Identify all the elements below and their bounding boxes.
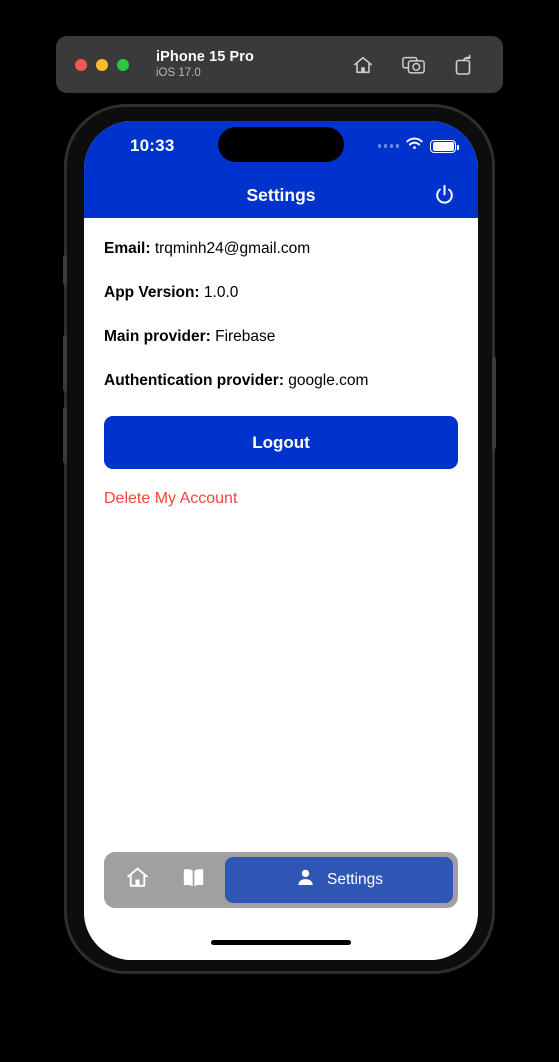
signal-dots-icon [377, 144, 399, 148]
simulator-os-version: iOS 17.0 [156, 67, 201, 80]
info-label: App Version: [104, 284, 200, 301]
info-label: Authentication provider: [104, 372, 284, 389]
info-label: Email: [104, 240, 151, 257]
status-bar-clock: 10:33 [130, 136, 175, 155]
wifi-icon [406, 137, 423, 155]
tab-settings-label: Settings [326, 871, 383, 888]
tab-home[interactable] [109, 857, 165, 903]
delete-account-link[interactable]: Delete My Account [104, 490, 237, 508]
simulator-title-bar: iPhone 15 Pro iOS 17.0 [56, 36, 503, 93]
info-value: 1.0.0 [203, 284, 239, 301]
maximize-window-button[interactable] [117, 58, 129, 71]
power-icon[interactable] [430, 182, 458, 210]
home-indicator [211, 940, 351, 945]
status-bar-indicators [377, 137, 459, 155]
simulator-device-name: iPhone 15 Pro [156, 48, 254, 65]
screenshot-root: iPhone 15 Pro iOS 17.0 10:33 Settings Em… [0, 0, 559, 1062]
info-value: Firebase [215, 328, 276, 345]
info-row-email: Email: trqminh24@gmail.com [104, 240, 458, 258]
simulator-titles: iPhone 15 Pro iOS 17.0 [156, 49, 254, 81]
settings-content: Email: trqminh24@gmail.com App Version: … [84, 218, 478, 960]
home-icon [125, 865, 150, 895]
silent-switch[interactable] [63, 255, 67, 285]
dynamic-island [218, 127, 344, 162]
tab-map[interactable] [165, 857, 221, 903]
info-row-auth-provider: Authentication provider: google.com [104, 372, 458, 390]
navigation-bar: Settings [84, 173, 478, 218]
window-controls [75, 58, 129, 71]
info-value: google.com [288, 372, 369, 389]
screenshot-camera-icon[interactable] [402, 54, 426, 76]
info-row-app-version: App Version: 1.0.0 [104, 284, 458, 302]
info-row-main-provider: Main provider: Firebase [104, 328, 458, 346]
volume-down-button[interactable] [63, 407, 67, 463]
person-icon [295, 867, 316, 893]
status-bar: 10:33 [84, 121, 478, 173]
close-window-button[interactable] [75, 58, 87, 71]
info-label: Main provider: [104, 328, 211, 345]
rotate-icon[interactable] [454, 54, 474, 76]
battery-icon [430, 139, 459, 153]
home-icon[interactable] [352, 54, 374, 76]
book-icon [181, 867, 206, 894]
tab-settings[interactable]: Settings [225, 857, 453, 903]
side-power-button[interactable] [492, 357, 496, 449]
phone-screen: 10:33 Settings Email: trqminh24@gmail.co… [84, 121, 478, 960]
minimize-window-button[interactable] [96, 58, 108, 71]
volume-up-button[interactable] [63, 335, 67, 391]
phone-frame: 10:33 Settings Email: trqminh24@gmail.co… [63, 104, 496, 974]
info-value: trqminh24@gmail.com [154, 240, 311, 257]
bottom-tab-bar: Settings [104, 852, 458, 908]
logout-button[interactable]: Logout [104, 416, 458, 469]
simulator-toolbar [352, 54, 474, 76]
page-title: Settings [246, 185, 316, 205]
